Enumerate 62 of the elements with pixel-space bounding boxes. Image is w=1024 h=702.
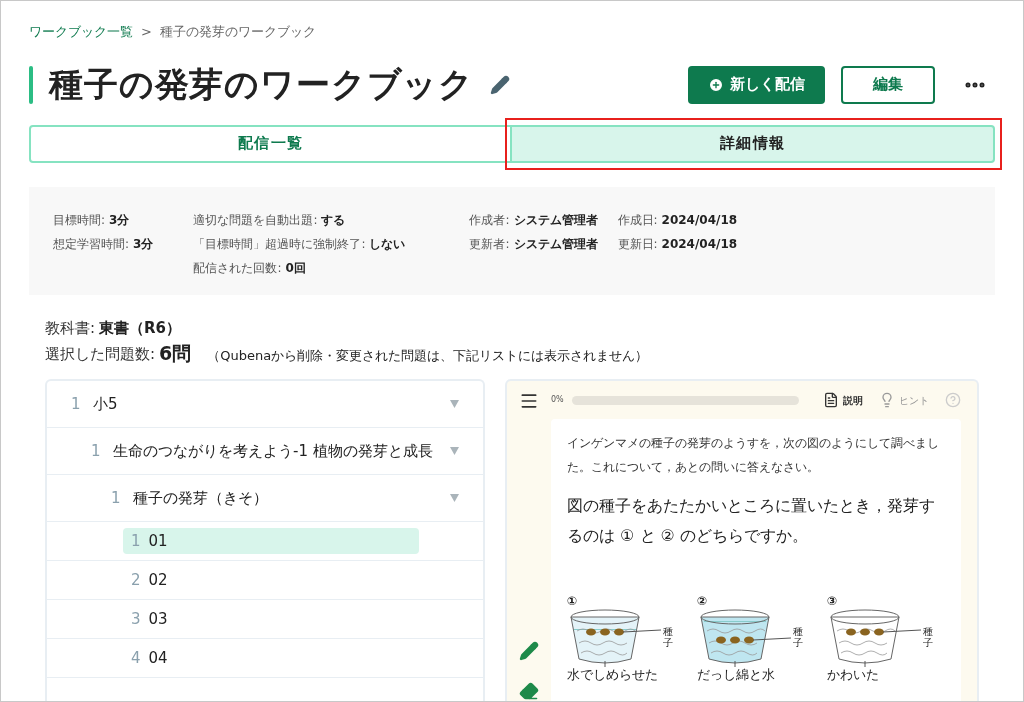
textbook-label: 教科書: [45,317,96,339]
tree-item-label[interactable]: 生命のつながりを考えよう-1 植物の発芽と成長 [113,436,438,466]
figure-number: ③ [827,595,839,607]
problem-item[interactable]: 3 03 [123,606,419,632]
info-value: する [321,211,346,229]
seed-label: 種子 [663,626,673,648]
title-accent-bar [29,65,33,104]
workbook-title: 種子の発芽のワークブック [49,63,475,106]
tab[interactable]: 詳細情報 [512,124,995,163]
breadcrumb-link[interactable]: ワークブック一覧 [29,22,133,42]
breadcrumb-separator: > [141,23,152,41]
tool-button[interactable]: 説明 [823,392,863,408]
info-label: 想定学習時間: [53,235,130,253]
info-value: 3分 [133,235,154,253]
info-value: システム管理者 [513,211,598,229]
new-distribution-button[interactable]: 新しく配信 [688,65,825,104]
progress-reading: 0% [551,394,564,406]
problem-count-label: 選択した問題数: [45,343,156,365]
problem-count-note: （Qubenaから削除・変更された問題は、下記リストには表示されません） [207,346,649,365]
seed-label: 種子 [923,626,933,648]
info-value: 2024/04/18 [661,211,738,229]
tree-item-label[interactable]: 種子の発芽（きそ） [133,483,438,513]
figure-number: ① [567,595,579,607]
info-value: 0回 [285,259,306,277]
tab[interactable]: 配信一覧 [29,124,512,163]
edit-pencil-icon[interactable] [490,74,511,95]
edit-button[interactable]: 編集 [841,65,935,104]
lightbulb-icon [879,392,895,408]
figure-number: ② [697,595,709,607]
figure-caption: 水でしめらせた [567,667,659,683]
problem-item[interactable]: 1 01 [123,528,419,554]
problem-count-value: 6問 [159,341,192,365]
figure-caption: だっし綿と水 [697,667,776,683]
info-label: 作成者: [469,211,510,229]
problem-item[interactable]: 4 04 [123,645,419,671]
question-intro: インゲンマメの種子の発芽のようすを，次の図のようにして調べました。これについて，あとの問いに答えなさい。 [567,435,940,476]
info-value: 2024/04/18 [661,235,738,253]
tree-item-label[interactable]: 小5 [93,389,438,419]
info-value: しない [369,235,406,253]
pencil-icon[interactable] [519,641,539,661]
question-text: 図の種子をあたたかいところに置いたとき，発芽するのは ① と ② のどちらですか。 [567,495,936,547]
plus-icon [708,76,724,93]
info-label: 「目標時間」超過時に強制終了: [193,235,366,253]
info-label: 更新日: [617,235,658,253]
eraser-icon[interactable] [519,681,539,701]
info-label: 目標時間: [53,211,106,229]
textbook-value: 東書（R6） [99,317,182,339]
menu-icon[interactable] [519,391,539,411]
info-value: システム管理者 [513,235,598,253]
info-label: 作成日: [617,211,658,229]
info-label: 適切な問題を自動出題: [193,211,318,229]
info-value: 3分 [109,211,130,229]
problem-item[interactable]: 2 02 [123,567,419,593]
figure-caption: かわいた [827,667,880,683]
breadcrumb-current: 種子の発芽のワークブック [159,23,316,41]
info-label: 更新者: [469,235,510,253]
item-number: 1 [111,487,122,509]
seed-label: 種子 [793,626,803,648]
item-number: 1 [91,440,102,462]
item-number: 1 [71,393,82,415]
info-label: 配信された回数: [193,259,282,277]
document-icon [823,392,839,408]
